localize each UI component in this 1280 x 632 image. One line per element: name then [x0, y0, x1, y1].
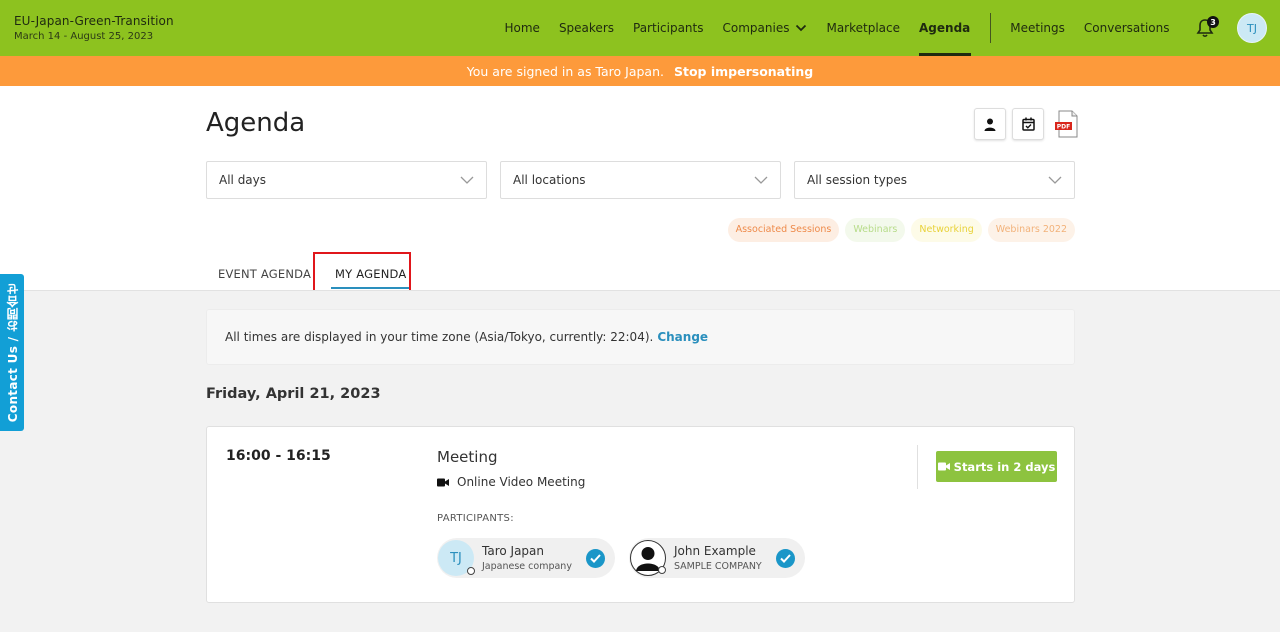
status-dot — [657, 566, 666, 574]
participant-company: Japanese company — [482, 561, 572, 572]
chip-webinars[interactable]: Webinars — [845, 218, 906, 242]
impersonation-message: You are signed in as Taro Japan. — [466, 63, 664, 79]
starts-in-button[interactable]: Starts in 2 days — [936, 451, 1057, 482]
notifications-button[interactable]: 3 — [1185, 0, 1225, 56]
tab-my-agenda[interactable]: MY AGENDA — [323, 254, 418, 290]
session-types-select-value: All session types — [807, 173, 907, 187]
chip-networking[interactable]: Networking — [911, 218, 982, 242]
notification-count-badge: 3 — [1207, 16, 1219, 28]
nav-companies-label: Companies — [722, 21, 790, 35]
contact-us-tab[interactable]: Contact Us / お問合せ — [0, 274, 24, 431]
nav-meetings[interactable]: Meetings — [1001, 0, 1075, 56]
card-divider — [917, 445, 918, 489]
nav-companies[interactable]: Companies — [713, 0, 817, 56]
contact-us-label: Contact Us / お問合せ — [5, 282, 20, 423]
meeting-type: Online Video Meeting — [437, 475, 585, 489]
participant-info: Taro Japan Japanese company — [482, 544, 572, 572]
locations-select-value: All locations — [513, 173, 586, 187]
chevron-down-icon — [796, 24, 807, 32]
event-dates: March 14 - August 25, 2023 — [14, 31, 154, 42]
impersonation-banner: You are signed in as Taro Japan. Stop im… — [0, 56, 1280, 86]
days-select[interactable]: All days — [206, 161, 487, 199]
chip-webinars-2022[interactable]: Webinars 2022 — [987, 218, 1075, 242]
participant-avatar: TJ — [438, 540, 475, 576]
participants-list: TJ Taro Japan Japanese company John Exam… — [437, 538, 819, 578]
event-brand[interactable]: EU-Japan-Green-Transition March 14 - Aug… — [14, 14, 174, 42]
top-navigation-bar: EU-Japan-Green-Transition March 14 - Aug… — [0, 0, 1280, 56]
meeting-card[interactable]: 16:00 - 16:15 Meeting Online Video Meeti… — [206, 426, 1075, 603]
chevron-down-icon — [1048, 176, 1062, 184]
chevron-down-icon — [754, 176, 768, 184]
video-camera-icon — [937, 462, 950, 471]
session-types-select[interactable]: All session types — [794, 161, 1075, 199]
timezone-notice: All times are displayed in your time zon… — [206, 309, 1075, 365]
participant-initials: TJ — [450, 550, 462, 566]
person-icon — [984, 118, 996, 131]
my-profile-filter-button[interactable] — [974, 108, 1006, 140]
participants-label: PARTICIPANTS: — [437, 513, 514, 524]
session-type-chips: Associated Sessions Webinars Networking … — [722, 218, 1075, 242]
participant-avatar — [629, 540, 666, 576]
nav-divider — [989, 13, 991, 43]
agenda-tabs: EVENT AGENDA MY AGENDA — [206, 254, 418, 290]
page-title: Agenda — [206, 108, 306, 138]
confirmed-check-icon — [585, 548, 605, 568]
change-timezone-link[interactable]: Change — [657, 330, 708, 344]
starts-in-label: Starts in 2 days — [953, 459, 1056, 474]
nav-agenda[interactable]: Agenda — [910, 0, 980, 56]
nav-speakers[interactable]: Speakers — [549, 0, 623, 56]
main-nav: Home Speakers Participants Companies Mar… — [495, 0, 1280, 56]
chip-associated-sessions[interactable]: Associated Sessions — [727, 218, 840, 242]
user-avatar[interactable]: TJ — [1237, 13, 1267, 43]
tab-event-agenda[interactable]: EVENT AGENDA — [206, 254, 323, 290]
event-title: EU-Japan-Green-Transition — [14, 14, 174, 28]
calendar-export-button[interactable] — [1012, 108, 1044, 140]
nav-marketplace[interactable]: Marketplace — [817, 0, 910, 56]
days-select-value: All days — [219, 173, 267, 187]
status-dot — [467, 567, 475, 575]
participant-card[interactable]: TJ Taro Japan Japanese company — [437, 538, 615, 578]
nav-participants[interactable]: Participants — [624, 0, 714, 56]
svg-text:PDF: PDF — [1057, 124, 1070, 131]
participant-card[interactable]: John Example SAMPLE COMPANY — [628, 538, 805, 578]
confirmed-check-icon — [775, 548, 795, 568]
meeting-time: 16:00 - 16:15 — [226, 448, 331, 464]
participant-info: John Example SAMPLE COMPANY — [674, 544, 762, 572]
stop-impersonating-link[interactable]: Stop impersonating — [674, 64, 813, 79]
meeting-type-label: Online Video Meeting — [457, 475, 586, 489]
pdf-icon: PDF — [1055, 110, 1078, 138]
day-heading: Friday, April 21, 2023 — [206, 386, 381, 402]
participant-name: Taro Japan — [482, 544, 544, 558]
locations-select[interactable]: All locations — [500, 161, 781, 199]
meeting-title: Meeting — [437, 448, 498, 466]
agenda-filters: All days All locations All session types — [206, 161, 1075, 199]
pdf-export-button[interactable]: PDF — [1054, 110, 1080, 138]
timezone-text: All times are displayed in your time zon… — [225, 330, 654, 344]
nav-home[interactable]: Home — [495, 0, 549, 56]
participant-company: SAMPLE COMPANY — [673, 561, 762, 572]
nav-conversations[interactable]: Conversations — [1074, 0, 1179, 56]
participant-name: John Example — [673, 544, 756, 558]
calendar-check-icon — [1021, 117, 1035, 131]
agenda-tools: PDF — [974, 108, 1080, 140]
chevron-down-icon — [460, 176, 474, 184]
video-camera-icon — [437, 478, 449, 486]
